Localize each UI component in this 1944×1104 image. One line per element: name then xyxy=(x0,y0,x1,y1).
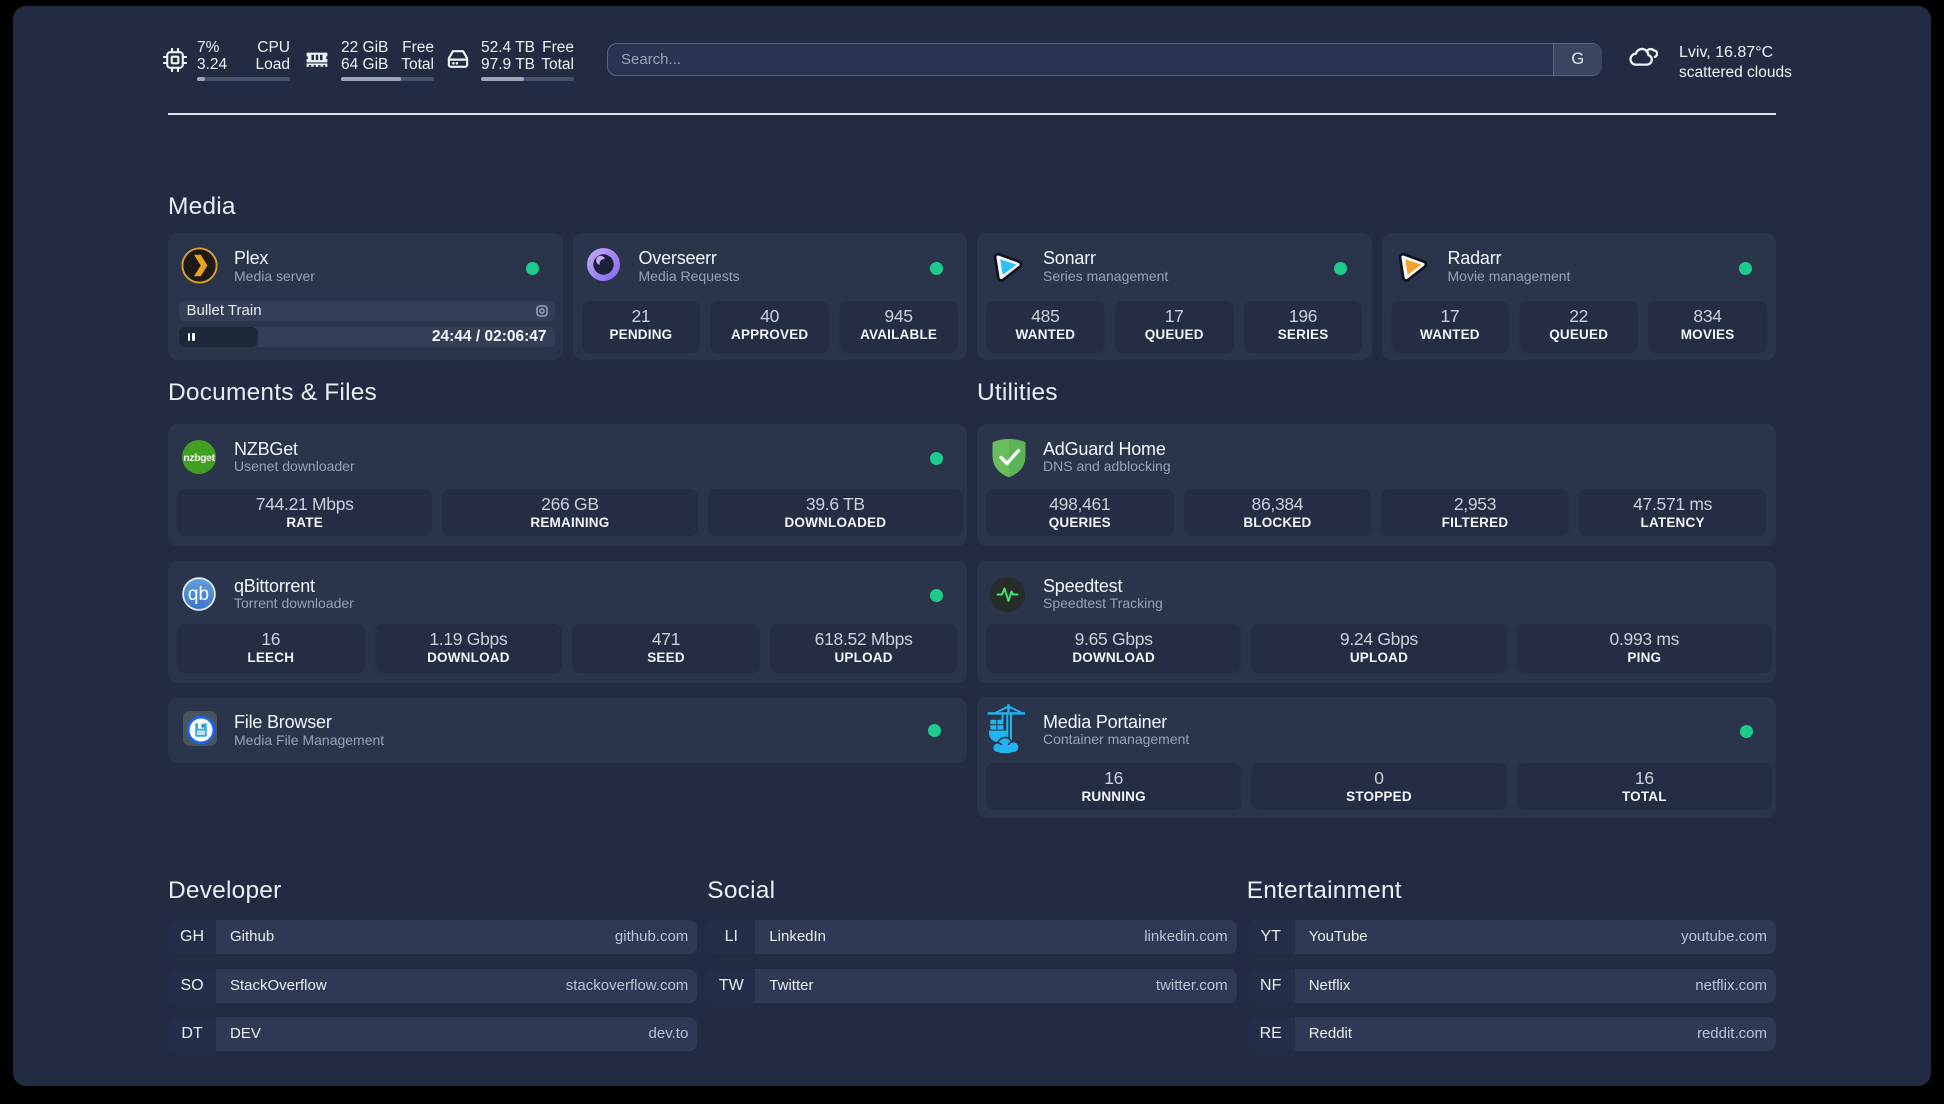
svg-text:qb: qb xyxy=(188,584,209,605)
svg-text:nzbget: nzbget xyxy=(183,452,215,464)
